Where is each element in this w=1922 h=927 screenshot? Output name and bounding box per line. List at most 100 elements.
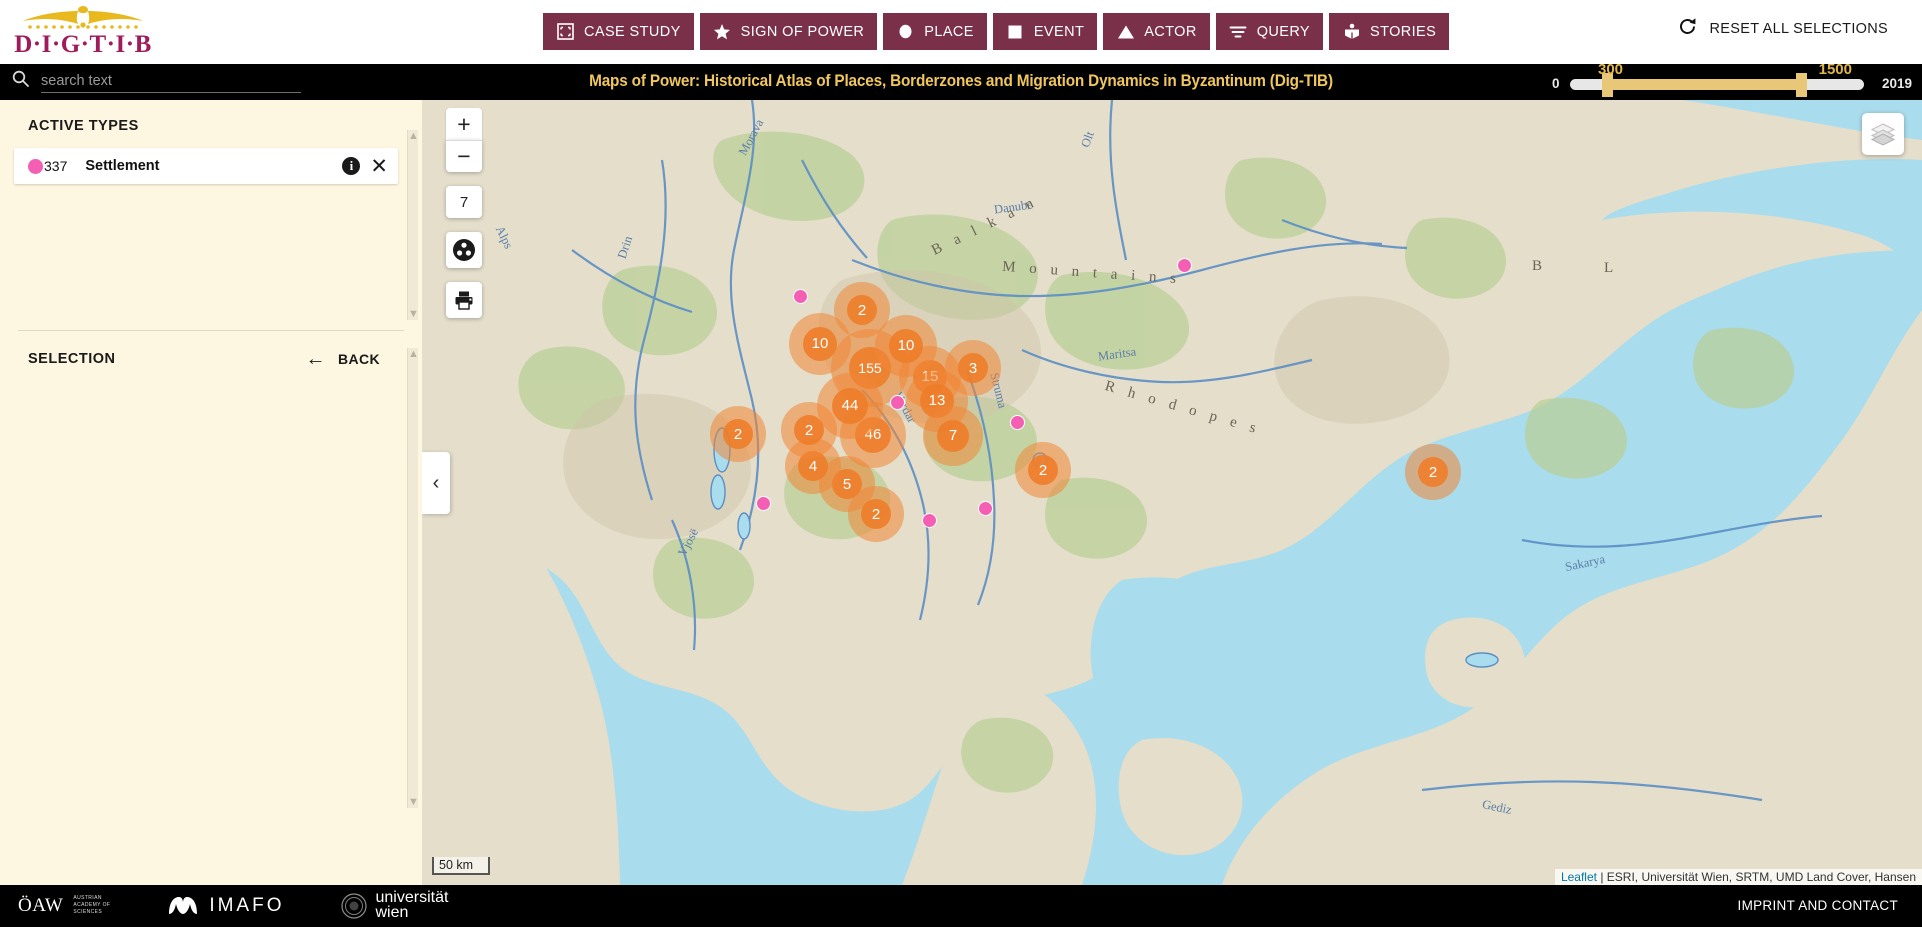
left-sidebar: ACTIVE TYPES 337 Settlement i ✕ ▲ ▼ SELE… (0, 100, 422, 885)
selection-heading: SELECTION ← BACK (0, 331, 422, 369)
cluster-count: 7 (936, 419, 969, 452)
scroll-up-arrow[interactable]: ▲ (408, 348, 419, 360)
zoom-in-button[interactable]: + (446, 108, 482, 140)
active-types-heading: ACTIVE TYPES (28, 118, 139, 134)
map-place-pin[interactable] (890, 395, 905, 410)
main-nav: CASE STUDY SIGN OF POWER PLACE EVENT ACT… (543, 13, 1450, 50)
cluster-count: 2 (861, 499, 891, 529)
oeaw-subtitle: AUSTRIAN ACADEMY OF SCIENCES (73, 895, 110, 917)
nav-label: ACTOR (1144, 23, 1197, 40)
zoom-out-button[interactable]: − (446, 140, 482, 172)
nav-button-place[interactable]: PLACE (883, 13, 987, 50)
active-type-item-settlement[interactable]: 337 Settlement i ✕ (14, 148, 398, 184)
timeline-selected-range[interactable] (1607, 79, 1802, 90)
arrow-left-icon: ← (305, 348, 326, 370)
scroll-down-arrow[interactable]: ▼ (408, 308, 419, 320)
nav-button-actor[interactable]: ACTOR (1103, 13, 1210, 50)
nav-button-case-study[interactable]: CASE STUDY (543, 13, 694, 50)
map-cluster-marker[interactable]: 7 (923, 406, 983, 466)
selection-scrollbar[interactable]: ▲ ▼ (407, 348, 419, 808)
zoom-level-indicator: 7 (446, 186, 482, 218)
map-container[interactable]: Morava Olt Danube Drin Maritsa Vardar Struma Vj… (422, 100, 1922, 885)
map-place-pin[interactable] (793, 289, 808, 304)
top-bar: D·I·G·T·I·B CASE STUDY SIGN OF POWER PLA… (0, 0, 1922, 64)
info-icon[interactable]: i (342, 157, 361, 175)
leaflet-link[interactable]: Leaflet (1561, 870, 1597, 884)
map-place-pin[interactable] (1010, 415, 1025, 430)
cluster-count: 44 (831, 387, 868, 424)
timeline-range-slider[interactable]: 0 2019 300 1500 (1552, 61, 1912, 100)
scroll-down-arrow[interactable]: ▼ (408, 796, 419, 808)
map-attribution: Leaflet | ESRI, Universität Wien, SRTM, … (1554, 869, 1922, 885)
star-icon (713, 22, 732, 41)
print-map-button[interactable] (446, 282, 482, 318)
oeaw-logo[interactable]: ÖAW AUSTRIAN ACADEMY OF SCIENCES (18, 895, 110, 917)
map-place-pin[interactable] (756, 496, 771, 511)
footer-logos: ÖAW AUSTRIAN ACADEMY OF SCIENCES IMAFO u… (18, 890, 448, 921)
title-strip: Maps of Power: Historical Atlas of Place… (0, 61, 1922, 100)
cluster-count: 2 (794, 415, 824, 445)
sidebar-collapse-button[interactable]: ‹ (422, 452, 450, 514)
cluster-toggle-button[interactable] (446, 232, 482, 268)
nav-label: EVENT (1033, 23, 1085, 40)
nav-label: PLACE (924, 23, 974, 40)
map-cluster-marker[interactable]: 2 (1015, 442, 1071, 498)
cluster-count: 3 (958, 353, 988, 383)
cluster-count: 2 (1028, 455, 1058, 485)
type-label: Settlement (85, 158, 160, 174)
timeline-handle-to[interactable] (1796, 73, 1807, 97)
type-count: 337 (44, 158, 68, 174)
map-place-pin[interactable] (1177, 258, 1192, 273)
timeline-min-label: 0 (1552, 76, 1560, 91)
cluster-icon (453, 239, 475, 261)
book-icon (1342, 22, 1361, 41)
nav-label: SIGN OF POWER (740, 23, 865, 40)
nav-button-event[interactable]: EVENT (992, 13, 1098, 50)
nav-button-sign-of-power[interactable]: SIGN OF POWER (699, 13, 878, 50)
footer-bar: ÖAW AUSTRIAN ACADEMY OF SCIENCES IMAFO u… (0, 885, 1922, 927)
back-button[interactable]: ← BACK (306, 349, 380, 369)
uni-line2: wien (375, 903, 409, 921)
map-place-pin[interactable] (978, 501, 993, 516)
active-types-section: ACTIVE TYPES 337 Settlement i ✕ ▲ ▼ (0, 100, 422, 330)
oeaw-acronym: ÖAW (18, 894, 64, 916)
imprint-and-contact-link[interactable]: IMPRINT AND CONTACT (1738, 898, 1898, 913)
filter-icon (1229, 22, 1248, 41)
scroll-up-arrow[interactable]: ▲ (408, 130, 419, 142)
universitaet-wien-logo[interactable]: universität wien (340, 890, 448, 921)
cluster-count: 2 (1418, 457, 1448, 487)
imafo-logo[interactable]: IMAFO (166, 894, 284, 918)
search-icon (12, 70, 29, 92)
map-cluster-marker[interactable]: 2 (834, 282, 890, 338)
map-place-pin[interactable] (922, 513, 937, 528)
selection-title: SELECTION (28, 351, 116, 367)
circle-icon (896, 22, 915, 41)
map-cluster-marker[interactable]: 2 (1405, 444, 1461, 500)
active-types-scrollbar[interactable]: ▲ ▼ (407, 130, 419, 320)
eagle-wings-logo-icon (23, 6, 143, 29)
cluster-count: 2 (847, 295, 877, 325)
oeaw-sub-line2: ACADEMY OF (73, 902, 111, 909)
back-label: BACK (337, 351, 380, 367)
map-basemap (422, 100, 1922, 885)
chevron-left-icon: ‹ (432, 471, 440, 494)
map-cluster-marker[interactable]: 2 (848, 486, 904, 542)
reset-label: RESET ALL SELECTIONS (1709, 20, 1888, 37)
brand-acronym: D·I·G·T·I·B (14, 31, 152, 58)
nav-label: QUERY (1256, 23, 1311, 40)
cluster-count: 10 (888, 328, 923, 363)
triangle-icon (1116, 22, 1135, 41)
nav-button-stories[interactable]: STORIES (1329, 13, 1450, 50)
uni-wien-seal-icon (340, 893, 367, 919)
close-icon[interactable]: ✕ (370, 156, 388, 177)
map-cluster-marker[interactable]: 2 (781, 402, 837, 458)
layers-control-button[interactable] (1862, 113, 1904, 155)
attribution-text: | ESRI, Universität Wien, SRTM, UMD Land… (1596, 870, 1916, 884)
map-cluster-marker[interactable]: 2 (710, 406, 766, 462)
nav-button-query[interactable]: QUERY (1215, 13, 1324, 50)
map-cluster-marker[interactable]: 3 (945, 340, 1001, 396)
reset-all-selections-button[interactable]: RESET ALL SELECTIONS (1677, 16, 1888, 41)
type-color-dot (28, 158, 43, 174)
brand-logo[interactable]: D·I·G·T·I·B (14, 3, 151, 59)
crop-frame-icon (556, 22, 575, 41)
